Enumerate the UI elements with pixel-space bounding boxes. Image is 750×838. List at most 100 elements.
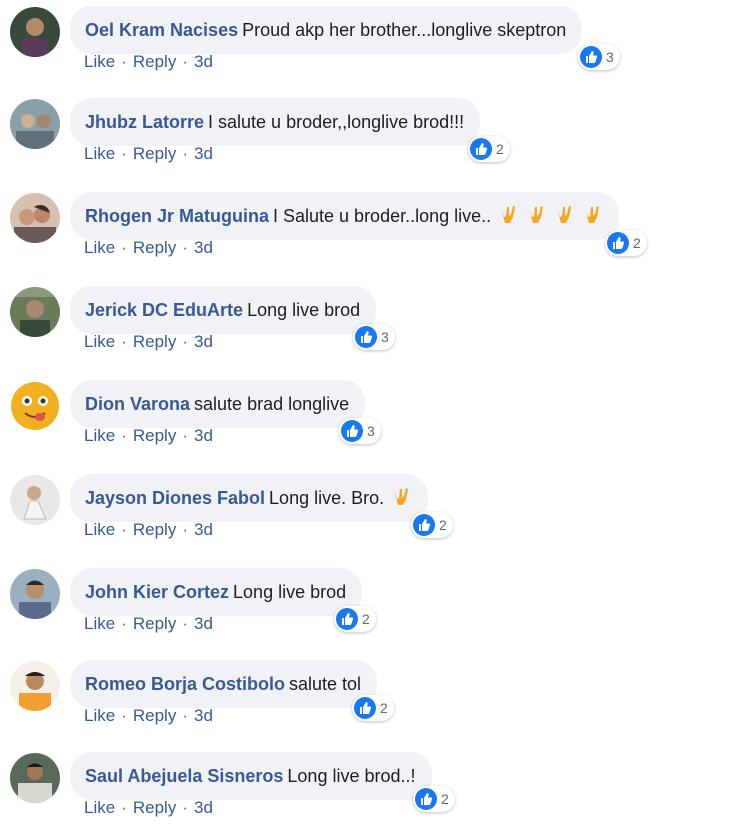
separator: · [182, 706, 188, 725]
like-link[interactable]: Like [84, 332, 115, 351]
like-thumb-icon [580, 46, 602, 68]
comment-text: Proud akp her brother...longlive skeptro… [242, 20, 567, 40]
avatar[interactable] [10, 381, 60, 431]
timestamp[interactable]: 3d [194, 52, 213, 71]
reaction-count[interactable]: 3 [339, 418, 381, 444]
reaction-number: 2 [633, 235, 641, 251]
reply-link[interactable]: Reply [133, 426, 176, 445]
like-link[interactable]: Like [84, 144, 115, 163]
timestamp[interactable]: 3d [194, 614, 213, 633]
comment-bubble: Jerick DC EduArte Long live brod [70, 286, 377, 334]
avatar[interactable] [10, 7, 60, 57]
reply-link[interactable]: Reply [133, 520, 176, 539]
commenter-name[interactable]: Saul Abejuela Sisneros [85, 766, 283, 786]
love-you-gesture-icon [585, 206, 600, 223]
comment-text: salute brad longlive [194, 394, 350, 414]
comment-actions: Like · Reply · 3d [84, 798, 213, 818]
comment-bubble: Rhogen Jr Matuguina I Salute u broder..lo… [70, 192, 620, 240]
reaction-count[interactable]: 2 [352, 695, 394, 721]
commenter-name[interactable]: Jayson Diones Fabol [85, 488, 265, 508]
comment-item: Saul Abejuela Sisneros Long live brod..! … [0, 746, 750, 838]
commenter-name[interactable]: Oel Kram Nacises [85, 20, 238, 40]
timestamp[interactable]: 3d [194, 706, 213, 725]
comment-item: John Kier Cortez Long live brod 2 Like · Re… [0, 562, 750, 654]
separator: · [121, 52, 127, 71]
commenter-name[interactable]: Dion Varona [85, 394, 190, 414]
like-thumb-icon [415, 788, 437, 810]
reaction-count[interactable]: 2 [411, 512, 453, 538]
separator: · [121, 426, 127, 445]
reply-link[interactable]: Reply [133, 706, 176, 725]
separator: · [182, 238, 188, 257]
like-link[interactable]: Like [84, 798, 115, 817]
like-link[interactable]: Like [84, 520, 115, 539]
separator: · [182, 614, 188, 633]
comment-text: I salute u broder,,longlive brod!!! [208, 112, 465, 132]
timestamp[interactable]: 3d [194, 238, 213, 257]
reaction-number: 2 [362, 611, 370, 627]
reaction-count[interactable]: 2 [413, 786, 455, 812]
reply-link[interactable]: Reply [133, 614, 176, 633]
reaction-number: 3 [367, 423, 375, 439]
timestamp[interactable]: 3d [194, 332, 213, 351]
reaction-number: 2 [380, 700, 388, 716]
commenter-name[interactable]: Jerick DC EduArte [85, 300, 243, 320]
comment-actions: Like · Reply · 3d [84, 614, 213, 634]
like-thumb-icon [336, 608, 358, 630]
commenter-name[interactable]: Rhogen Jr Matuguina [85, 206, 269, 226]
like-thumb-icon [607, 232, 629, 254]
comment-bubble: Dion Varona salute brad longlive [70, 380, 366, 428]
comment-actions: Like · Reply · 3d [84, 426, 213, 446]
reaction-count[interactable]: 2 [334, 606, 376, 632]
commenter-name[interactable]: Jhubz Latorre [85, 112, 204, 132]
timestamp[interactable]: 3d [194, 520, 213, 539]
comment-item: Oel Kram Nacises Proud akp her brother...… [0, 0, 750, 92]
commenter-name[interactable]: John Kier Cortez [85, 582, 229, 602]
separator: · [121, 798, 127, 817]
like-link[interactable]: Like [84, 238, 115, 257]
comment-actions: Like · Reply · 3d [84, 238, 213, 258]
reaction-number: 3 [381, 329, 389, 345]
like-thumb-icon [413, 514, 435, 536]
separator: · [182, 144, 188, 163]
avatar[interactable] [10, 753, 60, 803]
comment-text: Long live. Bro. [269, 488, 385, 508]
separator: · [182, 426, 188, 445]
comment-actions: Like · Reply · 3d [84, 52, 213, 72]
separator: · [121, 520, 127, 539]
separator: · [182, 52, 188, 71]
timestamp[interactable]: 3d [194, 426, 213, 445]
like-link[interactable]: Like [84, 706, 115, 725]
separator: · [121, 706, 127, 725]
reaction-count[interactable]: 2 [605, 230, 647, 256]
avatar[interactable] [10, 569, 60, 619]
reply-link[interactable]: Reply [133, 144, 176, 163]
separator: · [121, 238, 127, 257]
comment-bubble: Saul Abejuela Sisneros Long live brod..! [70, 752, 432, 800]
avatar[interactable] [10, 287, 60, 337]
reply-link[interactable]: Reply [133, 52, 176, 71]
like-link[interactable]: Like [84, 614, 115, 633]
timestamp[interactable]: 3d [194, 798, 213, 817]
reaction-count[interactable]: 3 [353, 324, 395, 350]
avatar[interactable] [10, 475, 60, 525]
like-thumb-icon [470, 138, 492, 160]
reply-link[interactable]: Reply [133, 332, 176, 351]
comment-item: Dion Varona salute brad longlive 3 Like · R… [0, 374, 750, 466]
avatar[interactable] [10, 193, 60, 243]
reaction-count[interactable]: 2 [468, 136, 510, 162]
commenter-name[interactable]: Romeo Borja Costibolo [85, 674, 285, 694]
reply-link[interactable]: Reply [133, 238, 176, 257]
reply-link[interactable]: Reply [133, 798, 176, 817]
like-link[interactable]: Like [84, 426, 115, 445]
avatar[interactable] [10, 661, 60, 711]
separator: · [182, 332, 188, 351]
separator: · [121, 614, 127, 633]
avatar[interactable] [10, 99, 60, 149]
comment-bubble: John Kier Cortez Long live brod [70, 568, 363, 616]
timestamp[interactable]: 3d [194, 144, 213, 163]
reaction-number: 2 [439, 517, 447, 533]
like-link[interactable]: Like [84, 52, 115, 71]
reaction-count[interactable]: 3 [578, 44, 620, 70]
separator: · [121, 144, 127, 163]
